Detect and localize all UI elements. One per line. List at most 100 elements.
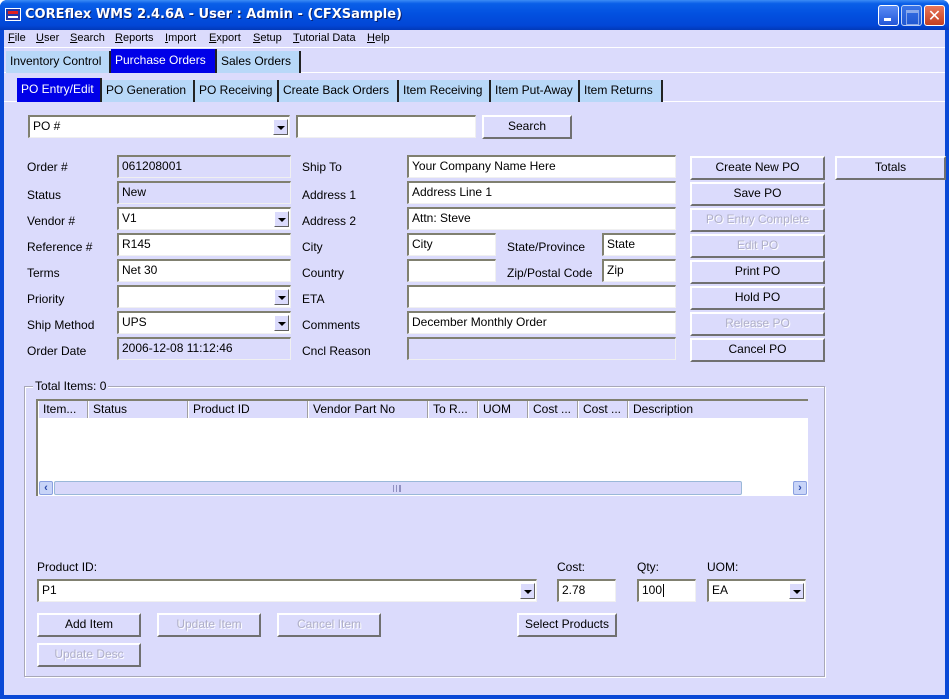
menu-user[interactable]: User [36, 32, 59, 44]
tab-po-entry-edit[interactable]: PO Entry/Edit [17, 78, 102, 102]
cost-input[interactable]: 2.78 [557, 579, 616, 602]
state-input[interactable]: State [602, 233, 676, 256]
scroll-right-icon[interactable]: › [793, 481, 807, 495]
scroll-left-icon[interactable]: ‹ [39, 481, 53, 495]
column-header-item[interactable]: Item... [38, 401, 88, 418]
title-bar[interactable]: COREflex WMS 2.4.6A - User : Admin - (CF… [0, 0, 949, 30]
chevron-down-icon[interactable] [274, 289, 289, 305]
tab-sales-orders[interactable]: Sales Orders [217, 51, 301, 73]
tab-create-back-orders[interactable]: Create Back Orders [279, 80, 399, 102]
uom-select[interactable]: EA [707, 579, 806, 602]
chevron-down-icon[interactable] [274, 315, 289, 331]
priority-label: Priority [27, 292, 65, 306]
save-po-button[interactable]: Save PO [690, 182, 825, 206]
zip-input[interactable]: Zip [602, 259, 676, 282]
menu-file[interactable]: File [8, 32, 26, 44]
menu-reports[interactable]: Reports [115, 32, 154, 44]
update-item-button[interactable]: Update Item [157, 613, 261, 637]
address2-input[interactable]: Attn: Steve [407, 207, 676, 230]
tab-purchase-orders[interactable]: Purchase Orders [111, 49, 217, 73]
reference-input[interactable]: R145 [117, 233, 291, 256]
tab-item-receiving[interactable]: Item Receiving [399, 80, 491, 102]
vendor-label: Vendor # [27, 214, 76, 228]
tab-inventory-control[interactable]: Inventory Control [6, 51, 111, 73]
menu-label: etup [260, 32, 282, 44]
minimize-button[interactable] [878, 5, 899, 26]
product-id-select[interactable]: P1 [37, 579, 537, 602]
comments-input[interactable]: December Monthly Order [407, 311, 676, 334]
tab-po-receiving[interactable]: PO Receiving [195, 80, 279, 102]
edit-po-button[interactable]: Edit PO [690, 234, 825, 258]
cancel-item-button[interactable]: Cancel Item [277, 613, 381, 637]
scrollbar-thumb[interactable] [54, 481, 742, 495]
menu-label: elp [374, 32, 390, 44]
terms-input[interactable]: Net 30 [117, 259, 291, 282]
country-input[interactable] [407, 259, 496, 282]
chevron-down-icon[interactable] [273, 119, 288, 135]
hold-po-button[interactable]: Hold PO [690, 286, 825, 310]
column-header-vendor-part-no[interactable]: Vendor Part No [308, 401, 428, 418]
column-header-description[interactable]: Description [628, 401, 808, 418]
qty-input[interactable]: 100 [637, 579, 696, 602]
menu-search[interactable]: Search [70, 32, 105, 44]
search-field-select[interactable]: PO # [28, 115, 290, 138]
tab-item-returns[interactable]: Item Returns [580, 80, 663, 102]
po-entry-complete-button[interactable]: PO Entry Complete [690, 208, 825, 232]
items-table[interactable]: Item... Status Product ID Vendor Part No… [36, 399, 808, 496]
cancel-po-button[interactable]: Cancel PO [690, 338, 825, 362]
grip-icon [393, 485, 401, 492]
text-cursor [663, 584, 665, 598]
column-header-cost-1[interactable]: Cost ... [528, 401, 578, 418]
menu-help[interactable]: Help [367, 32, 390, 44]
total-items-label: Total Items: 0 [33, 379, 109, 393]
column-header-uom[interactable]: UOM [478, 401, 528, 418]
status-label: Status [27, 188, 62, 202]
city-label: City [302, 240, 323, 254]
horizontal-scrollbar[interactable]: ‹ › [38, 480, 808, 496]
column-header-to-receive[interactable]: To R... [428, 401, 478, 418]
column-header-status[interactable]: Status [88, 401, 188, 418]
ship-to-input[interactable]: Your Company Name Here [407, 155, 676, 178]
qty-label: Qty: [637, 560, 660, 574]
vendor-value: V1 [122, 211, 137, 225]
search-input[interactable] [296, 115, 476, 138]
ship-to-label: Ship To [302, 160, 342, 174]
column-header-product-id[interactable]: Product ID [188, 401, 308, 418]
comments-label: Comments [302, 318, 361, 332]
search-button[interactable]: Search [482, 115, 572, 139]
order-date-field: 2006-12-08 11:12:46 [117, 337, 291, 360]
vendor-select[interactable]: V1 [117, 207, 291, 230]
column-header-cost-2[interactable]: Cost ... [578, 401, 628, 418]
close-button[interactable]: ✕ [924, 5, 945, 26]
ship-method-select[interactable]: UPS [117, 311, 291, 334]
menu-label: mport [168, 32, 197, 44]
order-date-label: Order Date [27, 344, 87, 358]
maximize-button[interactable] [901, 5, 922, 26]
print-po-button[interactable]: Print PO [690, 260, 825, 284]
update-desc-button[interactable]: Update Desc [37, 643, 141, 667]
status-field: New [117, 181, 291, 204]
priority-select[interactable] [117, 285, 291, 308]
menu-tutorial-data[interactable]: Tutorial Data [293, 32, 356, 44]
release-po-button[interactable]: Release PO [690, 312, 825, 336]
chevron-down-icon[interactable] [789, 583, 804, 599]
address1-input[interactable]: Address Line 1 [407, 181, 676, 204]
select-products-button[interactable]: Select Products [517, 613, 617, 637]
eta-input[interactable] [407, 285, 676, 308]
add-item-button[interactable]: Add Item [37, 613, 141, 637]
menu-mnemonic: U [36, 32, 44, 44]
totals-button[interactable]: Totals [835, 156, 946, 180]
tab-item-put-away[interactable]: Item Put-Away [491, 80, 580, 102]
city-input[interactable]: City [407, 233, 496, 256]
ship-method-value: UPS [122, 315, 147, 329]
menu-setup[interactable]: Setup [253, 32, 282, 44]
chevron-down-icon[interactable] [520, 583, 535, 599]
tab-po-generation[interactable]: PO Generation [102, 80, 195, 102]
menu-label: xport [216, 32, 241, 44]
menu-bar: File User Search Reports Import Export S… [4, 30, 945, 48]
create-new-po-button[interactable]: Create New PO [690, 156, 825, 180]
uom-label: UOM: [707, 560, 739, 574]
chevron-down-icon[interactable] [274, 211, 289, 227]
menu-import[interactable]: Import [165, 32, 196, 44]
menu-export[interactable]: Export [209, 32, 241, 44]
